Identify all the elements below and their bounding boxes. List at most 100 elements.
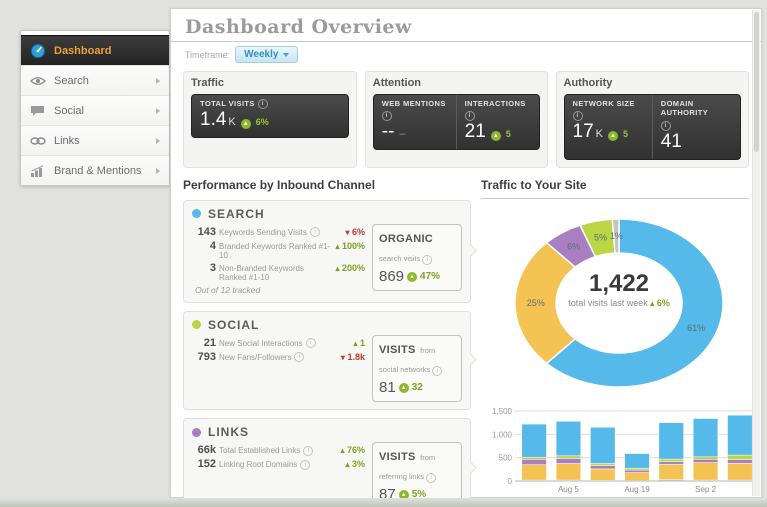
info-icon[interactable]: i [426, 473, 437, 484]
delta-badge: ▴ [398, 382, 409, 393]
metric-cell-interactions: INTERACTIONS i 21 ▴ 5 [455, 95, 539, 150]
row-delta: ▴ 1 [353, 337, 365, 348]
delta-value: 5 [505, 129, 511, 140]
metric-value: 17 [572, 121, 594, 143]
sidebar: Dashboard Search Social Links Brand & Me… [20, 30, 170, 186]
total-visits-label: total visits last week [568, 298, 648, 309]
info-icon[interactable]: i [303, 445, 314, 456]
metric-label: INTERACTIONS [464, 99, 526, 108]
metric-box: WEB MENTIONS i -- – INTERACTIONS i 21 ▴ 5 [372, 94, 540, 151]
scrollbar[interactable] [752, 10, 760, 496]
info-icon[interactable]: i [309, 227, 320, 238]
info-icon[interactable]: i [300, 459, 311, 470]
channel-title: SOCIAL [208, 317, 260, 332]
metric-group-label: Attention [372, 77, 422, 89]
row-value: 143 [197, 225, 216, 238]
sidebar-item-search[interactable]: Search [21, 65, 169, 95]
svg-text:Aug 5: Aug 5 [558, 485, 579, 494]
timeframe-value: Weekly [244, 49, 279, 60]
sidebar-item-brand-mentions[interactable]: Brand & Mentions [21, 155, 169, 185]
eye-icon [30, 76, 54, 86]
row-delta: ▾ 6% [345, 226, 365, 237]
svg-text:1,500: 1,500 [492, 407, 513, 416]
caret-down-icon [283, 52, 290, 57]
metric-group-traffic: Traffic TOTAL VISITS i 1.4 K ▴ 6% [183, 71, 357, 168]
metric-unit: K [595, 128, 603, 141]
metric-group-attention: Attention WEB MENTIONS i -- – INTERACTION… [364, 71, 548, 168]
metric-row: 793 New Fans/Followers i ▾ 1.8k [192, 351, 365, 363]
metric-row: 3 Non-Branded Keywords Ranked #1-10 ▴ 20… [192, 262, 365, 282]
info-icon[interactable]: i [660, 120, 671, 131]
metric-label: TOTAL VISITS [200, 99, 255, 109]
visits-value: 81 [379, 379, 396, 397]
visits-delta: 32 [411, 382, 423, 394]
delta-value: – [399, 128, 406, 141]
delta-badge: ▴ [240, 118, 251, 129]
metric-value: 21 [464, 121, 486, 143]
info-icon[interactable]: i [294, 352, 305, 363]
channel-card-search: SEARCH 143 Keywords Sending Visits i ▾ 6%… [183, 199, 471, 303]
metric-cell-total-visits: TOTAL VISITS i 1.4 K ▴ 6% [192, 95, 348, 137]
total-visits-value: 1,422 [588, 269, 650, 297]
metric-cell-web-mentions: WEB MENTIONS i -- – [374, 95, 456, 149]
svg-text:5%: 5% [594, 232, 607, 242]
row-delta: ▴ 3% [345, 459, 365, 470]
info-icon[interactable]: i [422, 254, 433, 265]
delta-value: 6% [255, 117, 269, 127]
row-label: Non-Branded Keywords Ranked #1-10 [219, 263, 304, 282]
svg-text:1%: 1% [610, 230, 623, 240]
row-label: Keywords Sending Visits [219, 227, 307, 237]
main-panel: Dashboard Overview Timeframe: Weekly Tra… [170, 8, 762, 507]
channel-dot-social [192, 320, 201, 330]
row-label: New Fans/Followers [219, 352, 292, 362]
sidebar-item-dashboard[interactable]: Dashboard [21, 35, 169, 65]
delta-badge: ▴ [607, 130, 618, 141]
row-value: 152 [197, 458, 216, 471]
bar-chart: 0 500 1,000 1,500 Aug 5 Aug 19 Sep 2 [481, 403, 757, 506]
info-icon[interactable]: i [572, 111, 583, 122]
visits-subtitle: search visits [379, 253, 421, 263]
donut-center: 1,422 total visits last week ▴ 6% [534, 269, 704, 309]
page-bottom-edge [0, 498, 767, 507]
metric-row: 4 Branded Keywords Ranked #1-10 ▴ 100% [192, 240, 365, 260]
sidebar-item-label: Social [54, 104, 84, 117]
info-icon[interactable]: i [432, 365, 443, 376]
sidebar-item-links[interactable]: Links [21, 125, 169, 155]
trend-chart-icon [30, 164, 54, 177]
info-icon[interactable]: i [257, 99, 268, 109]
row-value: 3 [209, 261, 216, 274]
svg-text:0: 0 [508, 477, 513, 486]
dashboard-icon [30, 43, 54, 59]
channel-dot-links [192, 427, 201, 437]
row-value: 793 [197, 350, 216, 363]
metric-value: -- [381, 121, 395, 143]
scrollbar-thumb[interactable] [754, 12, 759, 152]
chevron-right-icon [156, 77, 160, 84]
channels-heading: Performance by Inbound Channel [183, 177, 376, 192]
svg-text:1,000: 1,000 [492, 430, 513, 439]
visits-title: VISITS [379, 451, 416, 464]
svg-text:Aug 19: Aug 19 [624, 485, 650, 494]
row-delta: ▴ 76% [340, 445, 365, 456]
info-icon[interactable]: i [381, 111, 392, 122]
timeframe-dropdown[interactable]: Weekly [235, 46, 299, 63]
row-value: 66k [197, 444, 216, 457]
visits-title: VISITS [379, 343, 416, 356]
info-icon[interactable]: i [464, 111, 475, 122]
info-icon[interactable]: i [305, 338, 316, 349]
svg-text:61%: 61% [687, 323, 705, 333]
channel-card-social: SOCIAL 21 New Social Interactions i ▴ 1 7… [183, 310, 471, 411]
card-footnote: Out of 12 tracked [195, 284, 261, 295]
metric-group-label: Traffic [191, 77, 225, 89]
svg-text:500: 500 [499, 453, 513, 462]
visits-title: ORGANIC [379, 232, 434, 245]
row-value: 21 [203, 336, 216, 349]
row-label: Branded Keywords Ranked #1-10 [219, 241, 331, 260]
metric-cell-network-size: NETWORK SIZE i 17 K ▴ 5 [565, 95, 652, 159]
visits-box-organic: ORGANIC search visits i 869 ▴ 47% [372, 223, 462, 292]
sidebar-item-social[interactable]: Social [21, 95, 169, 125]
page: Dashboard Search Social Links Brand & Me… [0, 0, 767, 507]
traffic-column: Traffic to Your Site 61% 25% 6% 5% 1% 1,422 … [481, 176, 757, 507]
row-delta: ▴ 100% [335, 240, 365, 251]
row-label: Linking Root Domains [219, 460, 298, 470]
